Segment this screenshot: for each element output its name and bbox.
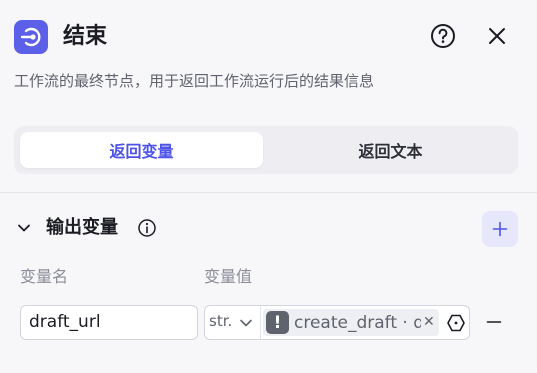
end-node-icon [14,20,48,54]
variable-picker-icon[interactable] [446,313,466,333]
reference-label: create_draft · d [294,313,421,333]
tab-return-text[interactable]: 返回文本 [269,132,512,168]
help-icon[interactable] [430,23,456,49]
plus-icon [492,221,508,237]
variable-name-input[interactable]: draft_url [20,305,198,340]
info-icon[interactable] [137,218,157,238]
column-label-name: 变量名 [20,267,69,286]
node-description: 工作流的最终节点，用于返回工作流运行后的结果信息 [14,72,375,90]
chevron-down-icon[interactable] [16,220,32,236]
return-mode-switch: 返回变量 返回文本 [14,126,518,174]
column-label-value: 变量值 [204,267,253,286]
type-select[interactable]: str. [205,306,261,339]
variable-value-field: str. ! create_draft · d ✕ [204,305,470,340]
end-node-panel: 结束 工作流的最终节点，用于返回工作流运行后的结果信息 返回变量 返回文本 输出… [0,0,537,373]
chevron-down-icon [240,319,252,327]
tab-return-variables[interactable]: 返回变量 [20,132,263,168]
close-icon[interactable] [485,24,509,48]
warning-icon: ! [266,311,289,334]
node-title: 结束 [63,24,108,49]
minus-icon [486,321,502,323]
output-variables-title: 输出变量 [46,217,118,238]
close-icon[interactable]: ✕ [423,312,435,332]
add-variable-button[interactable] [482,211,518,247]
section-divider [0,192,537,193]
remove-variable-button[interactable] [485,313,503,331]
variable-reference-tag[interactable]: ! create_draft · d ✕ [263,309,439,336]
type-select-value: str. [209,312,233,330]
